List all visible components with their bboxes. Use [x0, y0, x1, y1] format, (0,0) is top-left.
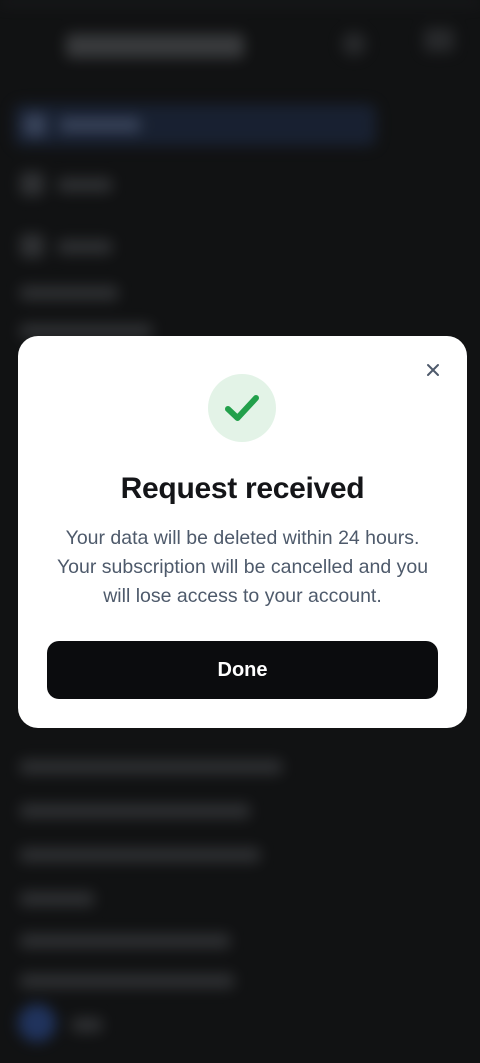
list-item [20, 760, 282, 774]
status-strip [0, 0, 480, 4]
nav-item [58, 240, 112, 254]
menu-icon [424, 28, 454, 52]
list-item [20, 892, 94, 906]
success-badge [208, 374, 276, 442]
list-item [20, 804, 250, 818]
list-item [20, 934, 230, 948]
confirmation-modal: Request received Your data will be delet… [18, 336, 467, 728]
list-item [20, 974, 234, 988]
done-button[interactable]: Done [47, 641, 438, 699]
close-button[interactable] [421, 358, 445, 382]
nav-item-active [14, 104, 376, 146]
nav-item [58, 178, 112, 192]
avatar [18, 1004, 56, 1042]
nav-item-icon [20, 172, 44, 196]
checkmark-icon [225, 395, 259, 421]
modal-title: Request received [120, 472, 365, 505]
user-label [72, 1018, 102, 1032]
header-icon [342, 32, 366, 56]
app-logo [66, 34, 244, 58]
close-icon [427, 364, 439, 376]
modal-message: Your data will be deleted within 24 hour… [56, 527, 429, 607]
list-item [20, 286, 118, 300]
nav-item-icon [20, 234, 44, 258]
list-item [20, 848, 260, 862]
